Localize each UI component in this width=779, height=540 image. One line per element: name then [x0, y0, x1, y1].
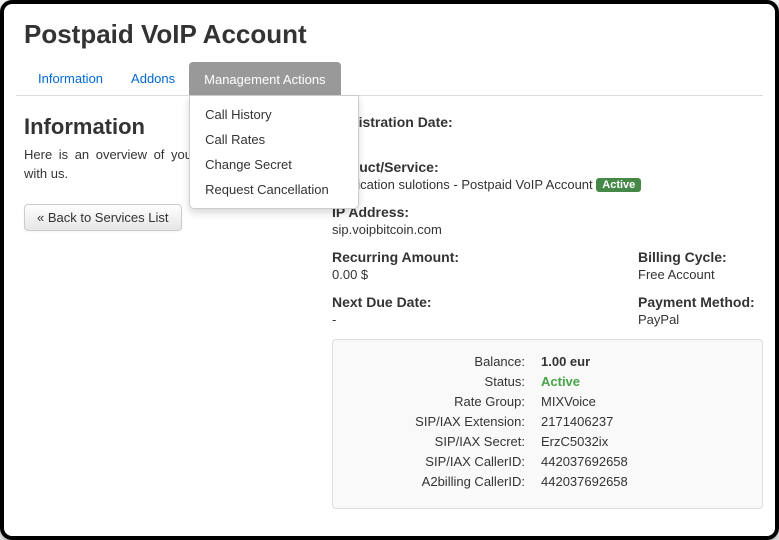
well-row-rate-group: Rate Group: MIXVoice	[351, 394, 744, 409]
content-layout: Information Here is an overview of your …	[16, 114, 763, 509]
status-value: Active	[541, 374, 744, 389]
tab-addons[interactable]: Addons	[117, 62, 189, 95]
registration-date-value: 5	[332, 132, 763, 147]
payment-method-label: Payment Method:	[638, 294, 763, 310]
status-badge: Active	[596, 178, 641, 192]
a2billing-callerid-value: 442037692658	[541, 474, 744, 489]
row-ip-address: IP Address: sip.voipbitcoin.com	[332, 204, 763, 237]
page-title: Postpaid VoIP Account	[16, 19, 763, 50]
dropdown-call-rates[interactable]: Call Rates	[190, 127, 358, 152]
callerid-label: SIP/IAX CallerID:	[351, 454, 541, 469]
well-row-balance: Balance: 1.00 eur	[351, 354, 744, 369]
ip-address-label: IP Address:	[332, 204, 763, 220]
rate-group-label: Rate Group:	[351, 394, 541, 409]
account-details-well: Balance: 1.00 eur Status: Active Rate Gr…	[332, 339, 763, 509]
a2billing-callerid-label: A2billing CallerID:	[351, 474, 541, 489]
balance-value: 1.00 eur	[541, 354, 744, 369]
back-to-services-button[interactable]: « Back to Services List	[24, 204, 182, 231]
well-row-extension: SIP/IAX Extension: 2171406237	[351, 414, 744, 429]
dropdown-change-secret[interactable]: Change Secret	[190, 152, 358, 177]
product-service-value: munication sulotions - Postpaid VoIP Acc…	[332, 177, 763, 192]
extension-value: 2171406237	[541, 414, 744, 429]
recurring-amount-label: Recurring Amount:	[332, 249, 638, 265]
product-service-label: ProProduct/Service:	[304, 159, 763, 175]
row-product-service: ProProduct/Service: munication sulotions…	[332, 159, 763, 192]
rate-group-value: MIXVoice	[541, 394, 744, 409]
status-label: Status:	[351, 374, 541, 389]
row-registration-date: RegisRegistration Date: 5	[332, 114, 763, 147]
billing-cycle-value: Free Account	[638, 267, 763, 282]
callerid-value: 442037692658	[541, 454, 744, 469]
well-row-status: Status: Active	[351, 374, 744, 389]
secret-label: SIP/IAX Secret:	[351, 434, 541, 449]
extension-label: SIP/IAX Extension:	[351, 414, 541, 429]
well-row-callerid: SIP/IAX CallerID: 442037692658	[351, 454, 744, 469]
billing-cycle-label: Billing Cycle:	[638, 249, 763, 265]
dropdown-request-cancellation[interactable]: Request Cancellation	[190, 177, 358, 202]
tab-management-actions[interactable]: Management Actions	[189, 62, 340, 96]
secret-value: ErzC5032ix	[541, 434, 744, 449]
next-due-date-value: -	[332, 312, 638, 327]
tab-information[interactable]: Information	[24, 62, 117, 95]
row-recurring-cycle: Recurring Amount: 0.00 $ Billing Cycle: …	[332, 249, 763, 282]
tab-wrap-management: Management Actions Call History Call Rat…	[189, 62, 340, 95]
balance-label: Balance:	[351, 354, 541, 369]
ip-address-value: sip.voipbitcoin.com	[332, 222, 763, 237]
app-frame: Postpaid VoIP Account Information Addons…	[0, 0, 779, 540]
tabs-bar: Information Addons Management Actions Ca…	[16, 62, 763, 96]
main-panel: RegisRegistration Date: 5 ProProduct/Ser…	[304, 114, 763, 509]
payment-method-value: PayPal	[638, 312, 763, 327]
registration-date-label: RegisRegistration Date:	[332, 114, 763, 130]
recurring-amount-value: 0.00 $	[332, 267, 638, 282]
well-row-secret: SIP/IAX Secret: ErzC5032ix	[351, 434, 744, 449]
next-due-date-label: Next Due Date:	[332, 294, 638, 310]
dropdown-call-history[interactable]: Call History	[190, 102, 358, 127]
management-dropdown: Call History Call Rates Change Secret Re…	[189, 95, 359, 209]
row-due-payment: Next Due Date: - Payment Method: PayPal	[332, 294, 763, 327]
well-row-a2billing-callerid: A2billing CallerID: 442037692658	[351, 474, 744, 489]
